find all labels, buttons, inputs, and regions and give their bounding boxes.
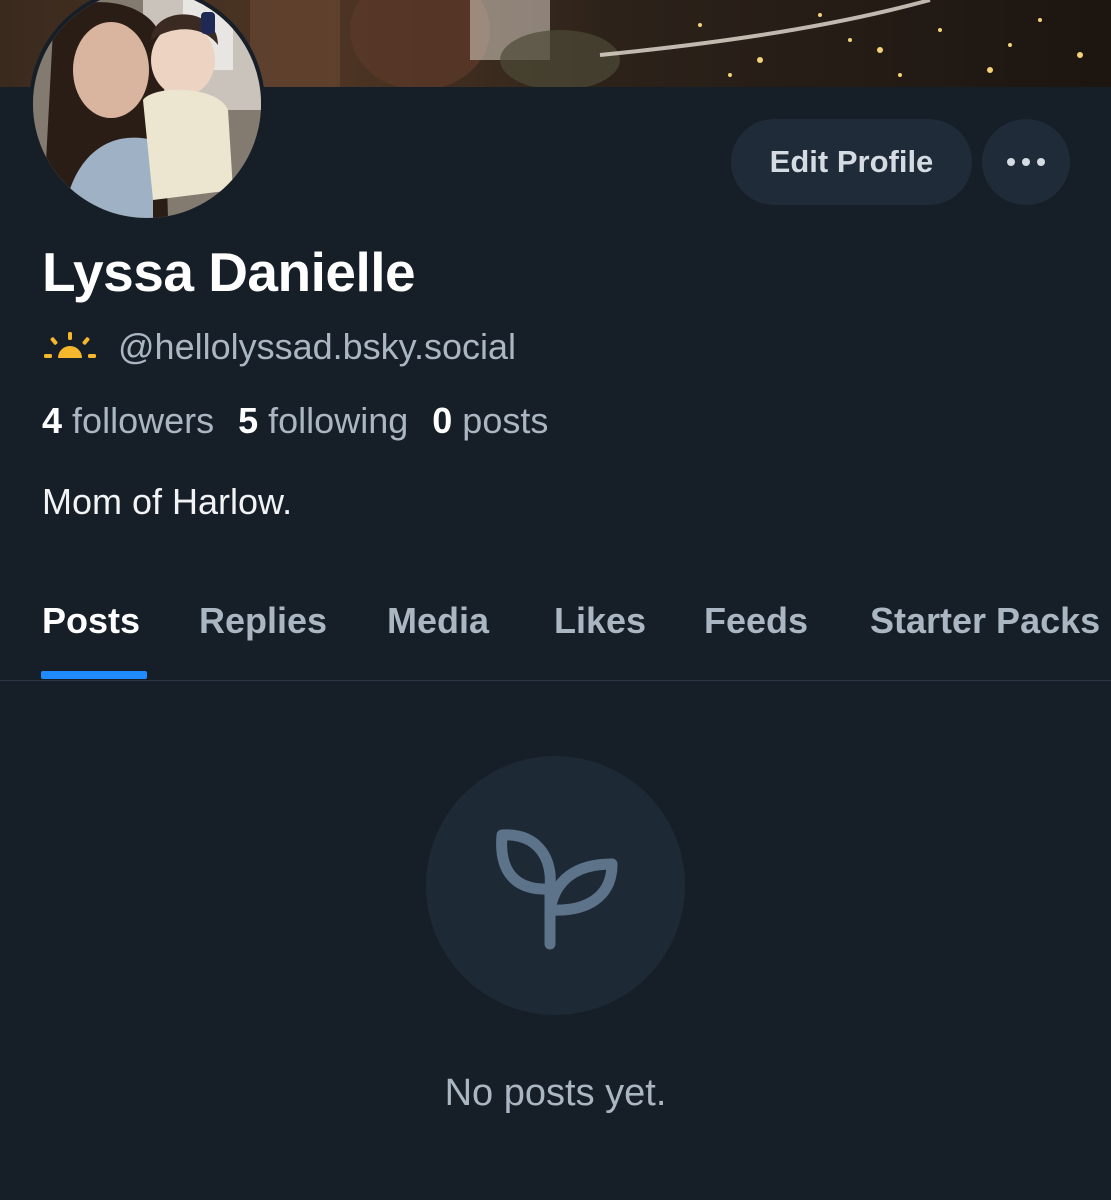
empty-state-icon-circle	[426, 756, 685, 1015]
tab-media[interactable]: Media	[387, 596, 489, 646]
profile-tabs: Posts Replies Media Likes Feeds Starter …	[0, 580, 1111, 681]
tab-feeds[interactable]: Feeds	[704, 596, 808, 646]
posts-label: posts	[462, 400, 549, 441]
handle: @hellolyssad.bsky.social	[118, 326, 517, 367]
avatar[interactable]	[29, 0, 265, 222]
handle-row: @hellolyssad.bsky.social	[42, 322, 516, 372]
tab-posts[interactable]: Posts	[42, 596, 140, 646]
edit-profile-button[interactable]: Edit Profile	[731, 119, 972, 205]
following-label: following	[268, 400, 409, 441]
active-tab-indicator	[41, 671, 147, 679]
sunrise-icon	[44, 332, 96, 358]
followers-count: 4	[42, 400, 63, 441]
followers-stat[interactable]: 4 followers	[42, 400, 214, 442]
following-count: 5	[238, 400, 259, 441]
avatar-photo	[33, 0, 261, 218]
tab-starter-packs[interactable]: Starter Packs	[870, 596, 1100, 646]
followers-label: followers	[72, 400, 215, 441]
posts-count: 0	[432, 400, 453, 441]
more-options-button[interactable]	[982, 119, 1070, 205]
bio: Mom of Harlow.	[42, 481, 293, 522]
profile-stats: 4 followers 5 following 0 posts	[42, 396, 572, 446]
tab-likes[interactable]: Likes	[554, 596, 646, 646]
following-stat[interactable]: 5 following	[238, 400, 408, 442]
ellipsis-icon	[1007, 158, 1045, 166]
display-name: Lyssa Danielle	[42, 241, 416, 303]
seedling-icon	[495, 828, 617, 949]
tab-replies[interactable]: Replies	[199, 596, 327, 646]
empty-state-message: No posts yet.	[444, 1072, 667, 1114]
posts-stat: 0 posts	[432, 400, 548, 442]
